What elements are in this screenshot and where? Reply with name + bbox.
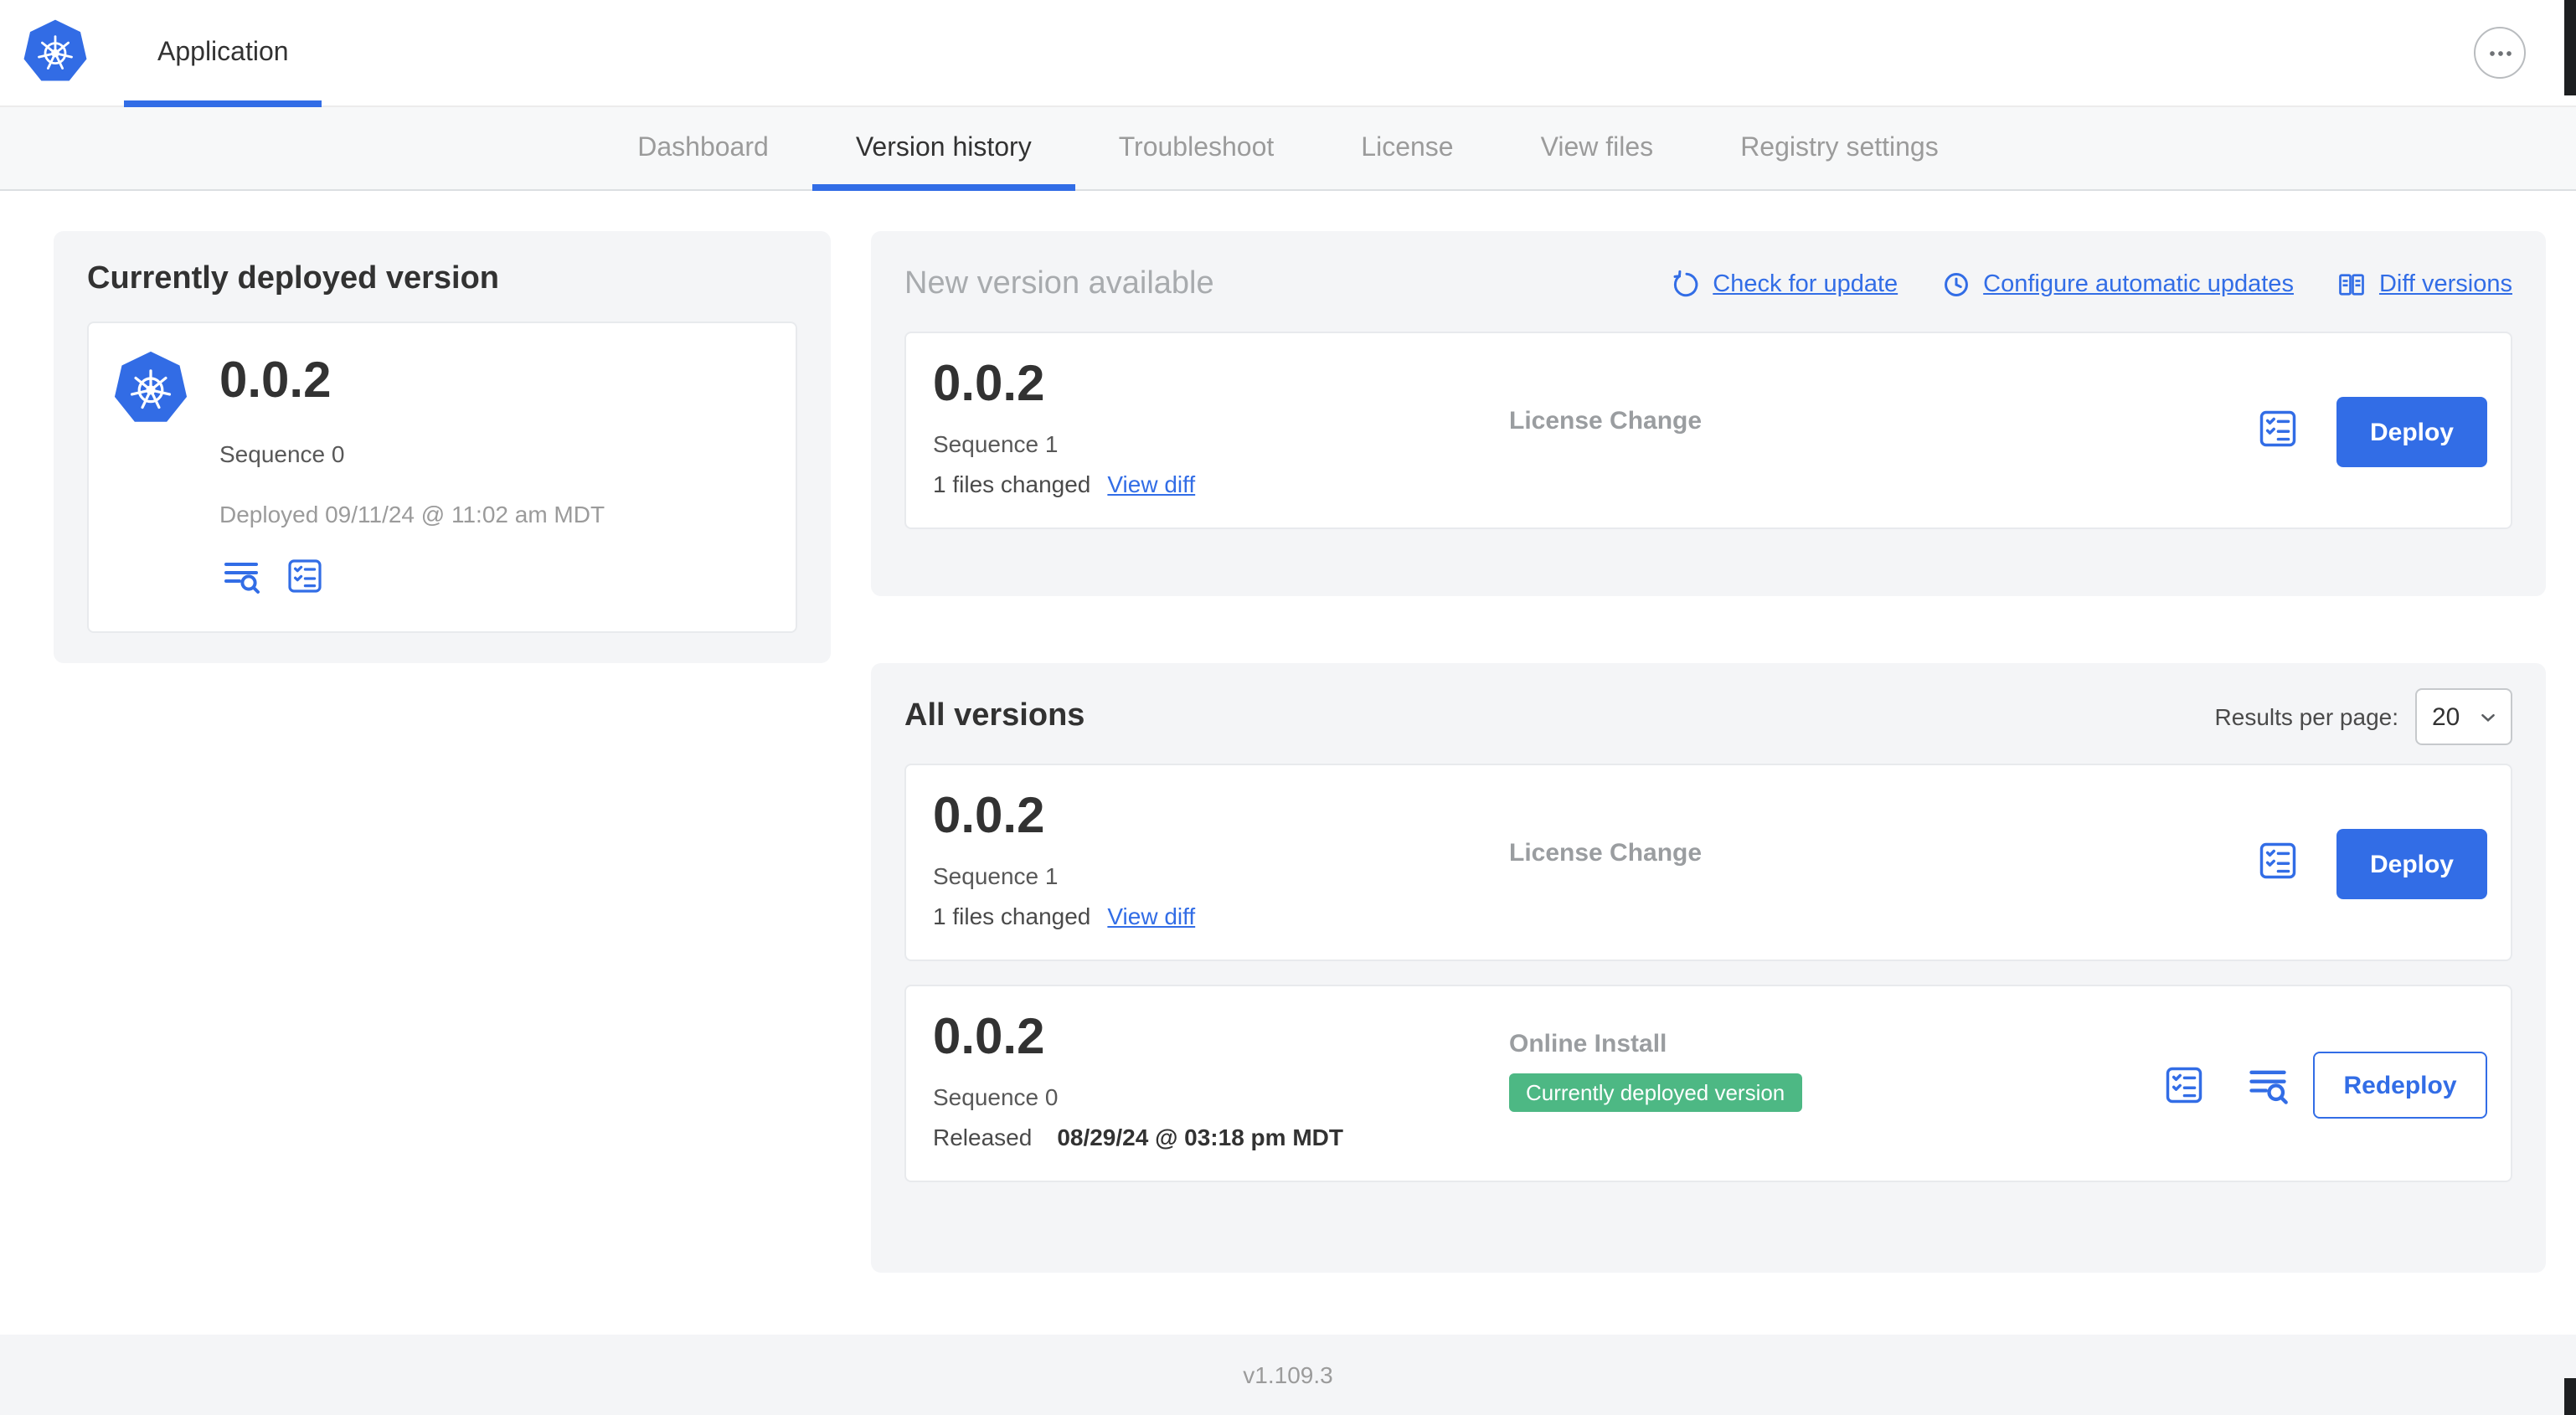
check-for-update-link[interactable]: Check for update — [1671, 270, 1898, 300]
redeploy-button[interactable]: Redeploy — [2313, 1052, 2487, 1119]
results-per-page-label: Results per page: — [2214, 703, 2398, 730]
version-actions-links: Check for update Configure automatic upd… — [1671, 270, 2512, 300]
nav-item-dashboard-label: Dashboard — [637, 133, 769, 162]
nav-item-registry-settings-label: Registry settings — [1740, 133, 1939, 162]
view-diff-link[interactable]: View diff — [1107, 903, 1195, 929]
chevron-down-icon — [2481, 713, 2495, 722]
deploy-button[interactable]: Deploy — [2336, 397, 2487, 467]
results-per-page-select[interactable]: 20 — [2415, 688, 2512, 745]
console-version-label: v1.109.3 — [1243, 1361, 1333, 1388]
version-sequence: Sequence 1 — [933, 862, 1059, 889]
tab-application[interactable]: Application — [124, 0, 322, 107]
diff-versions-link[interactable]: Diff versions — [2337, 270, 2512, 300]
current-version-number: 0.0.2 — [219, 353, 332, 409]
tab-application-label: Application — [157, 38, 289, 66]
checklist-icon — [2259, 842, 2296, 879]
preflight-checks-button[interactable] — [2256, 407, 2300, 450]
checklist-icon — [2166, 1067, 2202, 1104]
deploy-button[interactable]: Deploy — [2336, 829, 2487, 899]
release-notes-icon — [224, 563, 260, 594]
results-per-page-value: 20 — [2432, 702, 2460, 731]
more-options-button[interactable] — [2474, 27, 2526, 79]
checklist-icon — [2259, 410, 2296, 447]
current-version-panel: Currently deployed version 0.0.2 Sequenc… — [54, 231, 831, 663]
released-label: Released — [933, 1124, 1033, 1150]
version-sequence: Sequence 1 — [933, 430, 1059, 457]
files-changed-label: 1 files changed — [933, 471, 1091, 497]
version-change-type: License Change — [1509, 407, 1703, 435]
view-diff-link[interactable]: View diff — [1107, 471, 1195, 497]
active-tab-underline — [124, 100, 322, 107]
nav-item-troubleshoot-label: Troubleshoot — [1118, 133, 1275, 162]
kubernetes-logo-icon — [22, 18, 89, 85]
nav-item-view-files[interactable]: View files — [1497, 107, 1698, 189]
nav-item-license-label: License — [1361, 133, 1454, 162]
nav-item-license[interactable]: License — [1317, 107, 1497, 189]
nav-item-registry-settings[interactable]: Registry settings — [1697, 107, 1982, 189]
version-change-type: Online Install — [1509, 1030, 1667, 1058]
all-versions-title: All versions — [904, 698, 1085, 733]
version-change-type: License Change — [1509, 839, 1703, 867]
version-number: 0.0.2 — [933, 1010, 1045, 1065]
current-version-deployed-date: Deployed 09/11/24 @ 11:02 am MDT — [219, 501, 605, 527]
ellipsis-icon — [2489, 50, 2511, 55]
release-notes-button[interactable] — [2246, 1063, 2290, 1107]
configure-automatic-updates-link[interactable]: Configure automatic updates — [1941, 270, 2294, 300]
files-changed-label: 1 files changed — [933, 903, 1091, 929]
nav-item-troubleshoot[interactable]: Troubleshoot — [1075, 107, 1318, 189]
preflight-checks-button[interactable] — [2256, 839, 2300, 882]
current-version-card: 0.0.2 Sequence 0 Deployed 09/11/24 @ 11:… — [87, 322, 797, 633]
version-row-sequence-0: 0.0.2 Sequence 0 Released 08/29/24 @ 03:1… — [904, 985, 2512, 1182]
scrollbar-thumb-top[interactable] — [2564, 0, 2576, 95]
nav-item-version-history-label: Version history — [855, 133, 1032, 162]
release-notes-icon — [2249, 1070, 2288, 1104]
kubernetes-app-icon — [112, 350, 189, 427]
new-version-panel: New version available Check for update C… — [871, 231, 2546, 596]
nav-item-view-files-label: View files — [1540, 133, 1654, 162]
current-version-actions — [219, 554, 327, 598]
version-sequence: Sequence 0 — [933, 1083, 1059, 1110]
current-version-sequence: Sequence 0 — [219, 440, 345, 467]
clock-icon — [1945, 273, 1969, 296]
version-number: 0.0.2 — [933, 357, 1045, 412]
version-row-sequence-1: 0.0.2 Sequence 1 1 files changed View di… — [904, 764, 2512, 961]
app-viewport: Application Dashboard Version history Tr… — [0, 0, 2576, 1415]
current-version-title: Currently deployed version — [87, 261, 500, 296]
nav-item-dashboard[interactable]: Dashboard — [594, 107, 812, 189]
preflight-checks-button[interactable] — [2162, 1063, 2206, 1107]
footer: v1.109.3 — [0, 1335, 2576, 1415]
checklist-icon — [288, 559, 322, 593]
preflight-checks-button[interactable] — [283, 554, 327, 598]
app-header: Application — [0, 0, 2576, 107]
secondary-nav: Dashboard Version history Troubleshoot L… — [0, 107, 2576, 191]
version-number: 0.0.2 — [933, 789, 1045, 844]
currently-deployed-badge: Currently deployed version — [1509, 1073, 1802, 1112]
scrollbar-thumb-bottom[interactable] — [2564, 1378, 2576, 1415]
refresh-icon — [1672, 270, 1698, 297]
nav-item-version-history[interactable]: Version history — [811, 107, 1075, 191]
all-versions-panel: All versions Results per page: 20 0.0.2 … — [871, 663, 2546, 1273]
released-date: 08/29/24 @ 03:18 pm MDT — [1057, 1124, 1343, 1150]
new-version-row: 0.0.2 Sequence 1 1 files changed View di… — [904, 332, 2512, 529]
results-per-page: Results per page: 20 — [2215, 688, 2512, 745]
new-version-title: New version available — [904, 266, 1214, 301]
release-notes-button[interactable] — [219, 554, 263, 598]
diff-icon — [2340, 274, 2365, 296]
